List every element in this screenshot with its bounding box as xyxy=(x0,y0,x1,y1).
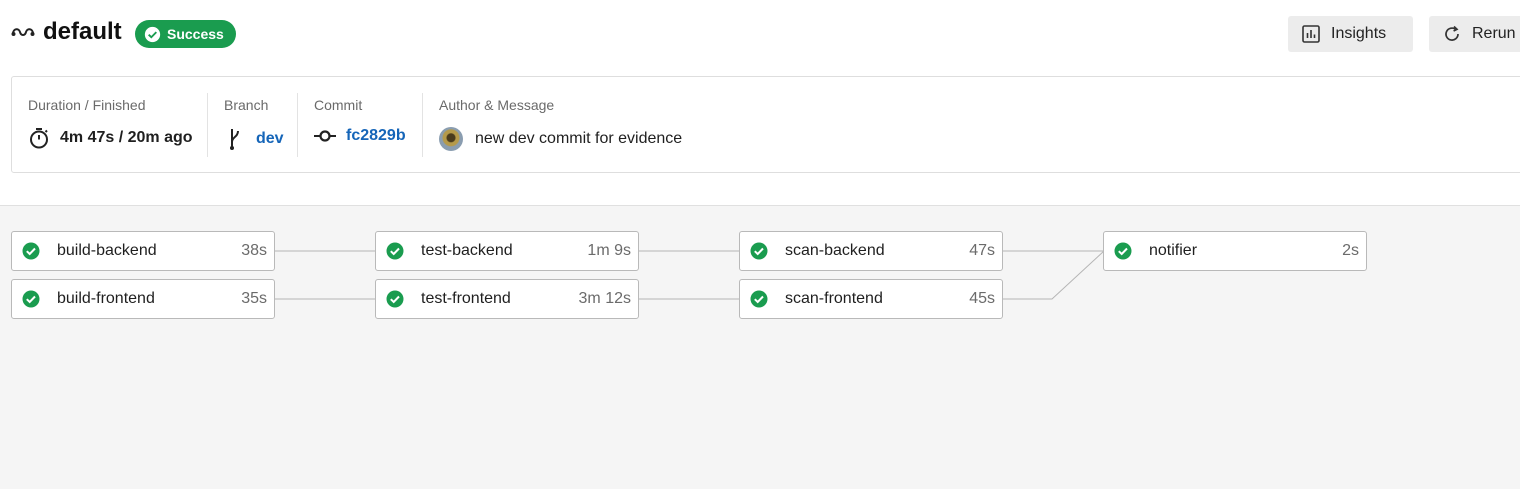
branch-label: Branch xyxy=(224,97,269,113)
job-name: test-frontend xyxy=(421,290,511,307)
stopwatch-icon xyxy=(30,128,48,149)
commit-label: Commit xyxy=(314,97,363,113)
rerun-label: Rerun xyxy=(1472,25,1516,42)
divider xyxy=(297,93,298,157)
page-title: default xyxy=(43,18,122,45)
avatar xyxy=(439,127,463,151)
author-label: Author & Message xyxy=(439,97,555,113)
branch-link[interactable]: dev xyxy=(256,130,284,148)
job-name: test-backend xyxy=(421,242,513,259)
status-badge-label: Success xyxy=(167,26,224,42)
job-build-backend[interactable]: build-backend 38s xyxy=(11,231,275,271)
job-name: scan-frontend xyxy=(785,290,883,307)
job-notifier[interactable]: notifier 2s xyxy=(1103,231,1367,271)
job-name: notifier xyxy=(1149,242,1198,259)
job-name: scan-backend xyxy=(785,242,885,259)
refresh-icon xyxy=(1445,25,1459,41)
commit-message: new dev commit for evidence xyxy=(475,130,683,147)
success-check-icon xyxy=(386,290,404,308)
bar-chart-icon xyxy=(1302,25,1320,43)
pipeline-graph: build-backend 38s build-frontend 35s tes… xyxy=(0,205,1520,489)
job-build-frontend[interactable]: build-frontend 35s xyxy=(11,279,275,319)
duration-value: 4m 47s / 20m ago xyxy=(60,129,193,146)
success-check-icon xyxy=(22,290,40,308)
job-scan-backend[interactable]: scan-backend 47s xyxy=(739,231,1003,271)
job-duration: 3m 12s xyxy=(578,290,631,307)
pipeline-header: default Success Insights Rerun xyxy=(0,0,1520,70)
commit-value-row: fc2829b xyxy=(314,127,406,145)
job-test-frontend[interactable]: test-frontend 3m 12s xyxy=(375,279,639,319)
commit-icon xyxy=(314,130,336,142)
success-check-icon xyxy=(386,242,404,260)
success-check-icon xyxy=(1114,242,1132,260)
job-duration: 38s xyxy=(241,242,267,259)
duration-label: Duration / Finished xyxy=(28,97,146,113)
insights-label: Insights xyxy=(1331,25,1387,42)
run-info-card: Duration / Finished 4m 47s / 20m ago Bra… xyxy=(11,76,1520,173)
success-check-icon xyxy=(750,290,768,308)
success-check-icon xyxy=(750,242,768,260)
insights-button[interactable]: Insights xyxy=(1288,16,1413,52)
job-test-backend[interactable]: test-backend 1m 9s xyxy=(375,231,639,271)
check-circle-icon xyxy=(144,26,161,42)
commit-link[interactable]: fc2829b xyxy=(346,127,406,145)
branch-icon xyxy=(230,129,239,150)
duration-value-row: 4m 47s / 20m ago xyxy=(28,127,193,149)
job-duration: 35s xyxy=(241,290,267,307)
job-scan-frontend[interactable]: scan-frontend 45s xyxy=(739,279,1003,319)
job-duration: 2s xyxy=(1342,242,1359,259)
pipeline-icon xyxy=(11,28,35,36)
divider xyxy=(207,93,208,157)
author-value-row: new dev commit for evidence xyxy=(439,127,682,151)
status-badge: Success xyxy=(135,20,236,48)
branch-value-row: dev xyxy=(224,127,284,151)
rerun-button[interactable]: Rerun xyxy=(1429,16,1520,52)
divider xyxy=(422,93,423,157)
job-duration: 47s xyxy=(969,242,995,259)
job-duration: 1m 9s xyxy=(587,242,631,259)
edge xyxy=(1003,250,1105,300)
success-check-icon xyxy=(22,242,40,260)
job-duration: 45s xyxy=(969,290,995,307)
job-name: build-backend xyxy=(57,242,157,259)
job-name: build-frontend xyxy=(57,290,155,307)
